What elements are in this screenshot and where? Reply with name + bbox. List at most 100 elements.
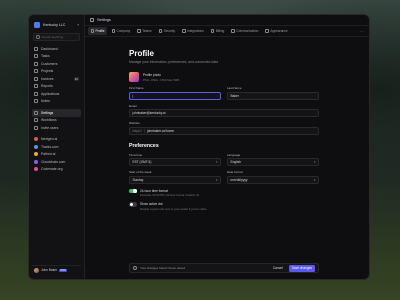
sidebar-toggle-icon[interactable] [90,18,94,22]
email-label: Email [129,103,137,108]
first-name-field[interactable]: | [129,91,221,100]
language-label: Language [227,152,241,157]
sidebar-app-label: Pathed.ai [41,152,56,157]
language-select[interactable]: English ▾ [227,158,319,166]
sidebar-item-projects[interactable]: Projects [32,68,81,76]
settings-tabs: Profile Company Teams Security Integrations B… [85,26,369,37]
chevron-down-icon: ▾ [77,23,79,27]
last-name-field[interactable]: Baker [227,91,319,100]
tab-label: Security [163,29,176,33]
email-field[interactable]: johnbaker@kentucky.ai [129,109,319,117]
timezone-select[interactable]: EST (GMT-5) ▾ [129,158,221,166]
active-dot-title: Show active dot [140,202,163,207]
topbar: Settings [85,15,369,26]
workspace-switcher[interactable]: Kentucky LLC ▾ [32,20,81,30]
sidebar-app-nextgen-ai[interactable]: Nextgen.ai [32,136,81,144]
date-format-value: mm/dd/yyyy [230,177,248,182]
active-dot-toggle[interactable] [129,202,137,207]
tab-profile[interactable]: Profile [88,27,108,35]
more-icon[interactable]: ⋯ [360,29,366,34]
active-dot-desc: Display a green dot next to your avatar … [140,207,207,212]
tab-label: Integrations [187,29,204,33]
tab-teams[interactable]: Teams [135,27,154,35]
app-color-dot [34,144,38,149]
website-label: Website [129,121,140,125]
sidebar-item-settings[interactable]: Settings [32,109,81,117]
sidebar-item-invoices[interactable]: Invoices 16 [32,75,81,83]
profile-content: Profile Manage your information, prefere… [85,37,369,279]
sidebar-item-notes[interactable]: Notes [32,98,81,106]
language-value: English [230,160,241,164]
date-format-select[interactable]: mm/dd/yyyy ▾ [227,175,319,184]
tab-label: Communication [236,29,259,33]
profile-subtitle: Manage your information, preferences, an… [129,60,218,64]
app-color-dot [34,152,38,157]
profile-heading: Profile [129,49,154,58]
tab-security[interactable]: Security [156,27,178,35]
app-window: Kentucky LLC ▾ Search anything Dashboard… [28,14,370,280]
security-icon [158,29,163,33]
profile-photo[interactable] [129,72,139,82]
website-field[interactable]: https:// johnbaker.co/home [129,126,319,135]
sidebar-item-label: Notes [41,99,50,104]
count-badge: 16 [73,76,79,81]
search-placeholder: Search anything [41,35,64,39]
save-button[interactable]: Save changes [288,264,315,272]
time-format-desc: Example: 00:00 PM. 24-hour format if swi… [140,193,199,198]
grid-icon [34,46,38,51]
chart-icon [34,84,38,89]
tab-appearance[interactable]: Appearance [263,27,290,35]
tab-integrations[interactable]: Integrations [180,27,207,35]
timezone-label: Timezone [129,152,143,157]
sidebar-item-label: Dashboard [41,46,58,51]
avatar [34,267,39,273]
folder-icon [34,69,38,74]
sidebar: Kentucky LLC ▾ Search anything Dashboard… [29,15,85,279]
week-start-select[interactable]: Sunday ▾ [129,175,221,184]
sidebar-app-pathed-ai[interactable]: Pathed.ai [32,151,81,159]
sidebar-app-tracks-com[interactable]: Tracks.com [32,143,81,151]
sidebar-item-reports[interactable]: Reports [32,83,81,91]
user-plus-icon [34,125,38,130]
week-start-label: Start of the week [129,170,152,174]
sidebar-item-dashboard[interactable]: Dashboard [32,45,81,53]
website-prefix: https:// [133,128,146,133]
sidebar-item-workflows[interactable]: Workflows [32,117,81,125]
app-color-dot [34,137,38,142]
sidebar-app-codemate-org[interactable]: Codemate.org [32,166,81,174]
time-format-toggle[interactable] [129,188,137,193]
integrations-icon [182,29,186,33]
sidebar-item-label: Projects [41,69,54,74]
sidebar-item-tasks[interactable]: Tasks [32,53,81,61]
search-input[interactable]: Search anything [33,33,80,41]
sidebar-app-label: Tracks.com [41,144,59,149]
tab-company[interactable]: Company [109,27,133,35]
plan-badge: PRO [59,268,68,272]
info-icon [133,266,137,270]
communication-icon [231,29,235,33]
sidebar-item-invite-users[interactable]: Invite users [32,124,81,132]
check-icon [34,54,38,59]
sidebar-item-applications[interactable]: Applications [32,90,81,98]
sidebar-item-customers[interactable]: Customers [32,60,81,68]
cancel-button[interactable]: Cancel [270,266,286,270]
unsaved-text: Your changes haven't been saved [140,266,185,270]
sidebar-app-label: Codemate.org [41,167,63,172]
page-title: Settings [97,18,111,22]
app-color-dot [34,167,38,172]
gear-icon [34,110,38,115]
toggle-knob [129,202,133,207]
search-icon [36,35,40,39]
main-area: Settings Profile Company Teams Security Inte… [85,15,369,279]
sidebar-item-label: Reports [41,84,53,89]
sidebar-app-cloudchain-com[interactable]: Cloudchain.com [32,158,81,166]
date-format-label: Date format [227,170,243,174]
file-icon [34,76,38,81]
tab-billing[interactable]: Billing [208,27,227,35]
last-name-label: Last Name [227,86,242,90]
user-name: John Baker [41,268,58,272]
tab-communication[interactable]: Communication [229,27,261,35]
user-profile[interactable]: John Baker PRO [32,265,81,274]
sidebar-item-label: Applications [41,91,60,96]
time-format-setting: 24-hour time format Example: 00:00 PM. 2… [129,188,369,198]
